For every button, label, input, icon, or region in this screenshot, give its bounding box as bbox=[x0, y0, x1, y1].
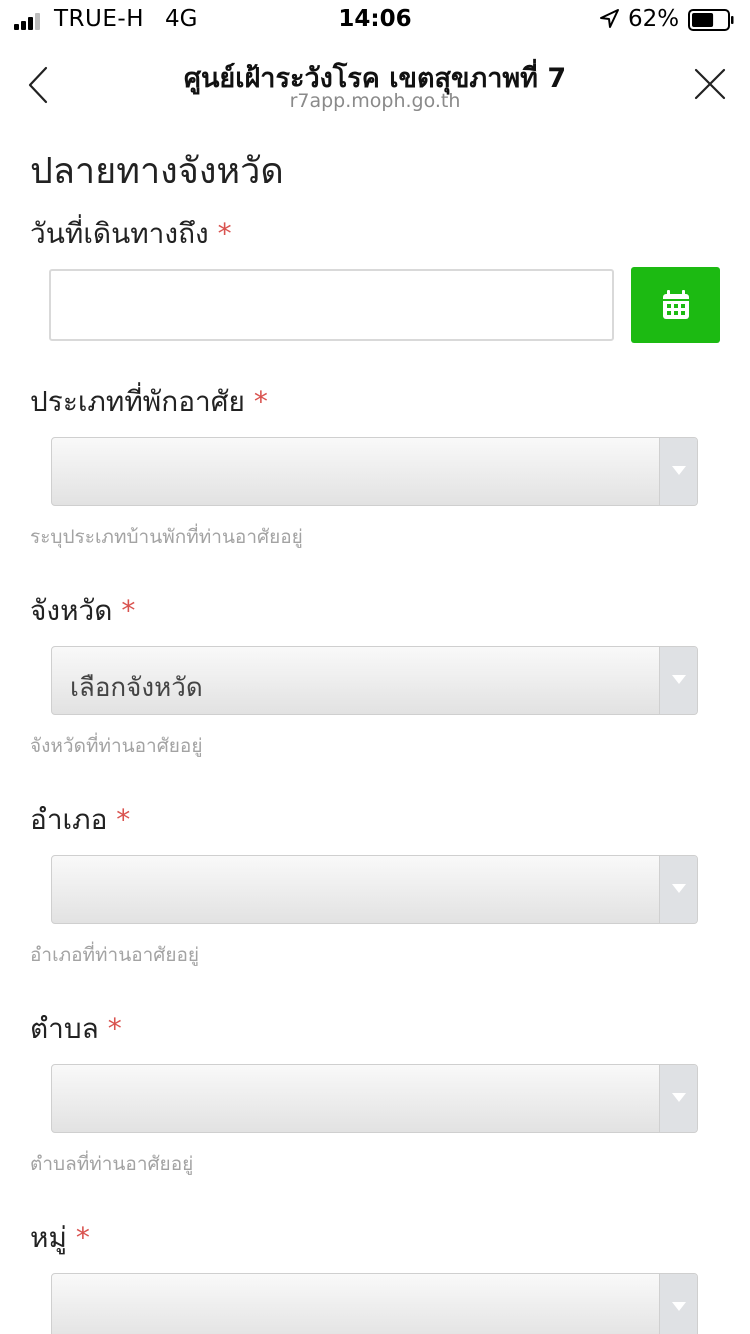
chevron-down-icon bbox=[672, 884, 686, 893]
arrival-date-label: วันที่เดินทางถึง * bbox=[30, 212, 232, 256]
dropdown-arrow-box bbox=[659, 647, 697, 714]
subdistrict-label-text: ตำบล bbox=[30, 1012, 99, 1045]
section-title: ปลายทางจังหวัด bbox=[30, 151, 284, 192]
required-mark: * bbox=[116, 803, 131, 836]
province-label: จังหวัด * bbox=[30, 589, 135, 633]
province-hint: จังหวัดที่ท่านอาศัยอยู่ bbox=[30, 735, 203, 757]
chevron-down-icon bbox=[672, 1302, 686, 1311]
dropdown-arrow-box bbox=[659, 856, 697, 923]
province-label-text: จังหวัด bbox=[30, 594, 113, 627]
district-label-text: อำเภอ bbox=[30, 803, 108, 836]
chevron-down-icon bbox=[672, 675, 686, 684]
close-icon[interactable] bbox=[690, 64, 730, 104]
required-mark: * bbox=[107, 1012, 122, 1045]
arrival-date-label-text: วันที่เดินทางถึง bbox=[30, 217, 209, 250]
required-mark: * bbox=[75, 1221, 90, 1254]
subdistrict-label: ตำบล * bbox=[30, 1007, 122, 1051]
required-mark: * bbox=[217, 217, 232, 250]
accommodation-type-hint: ระบุประเภทบ้านพักที่ท่านอาศัยอยู่ bbox=[30, 526, 303, 548]
dropdown-arrow-box bbox=[659, 438, 697, 505]
village-label-text: หมู่ bbox=[30, 1221, 67, 1254]
arrival-date-input[interactable] bbox=[49, 269, 614, 341]
battery-icon bbox=[688, 9, 734, 31]
dropdown-arrow-box bbox=[659, 1065, 697, 1132]
accommodation-type-label: ประเภทที่พักอาศัย * bbox=[30, 380, 268, 424]
dropdown-arrow-box bbox=[659, 1274, 697, 1334]
province-value: เลือกจังหวัด bbox=[70, 673, 203, 703]
village-select[interactable] bbox=[51, 1273, 698, 1334]
subdistrict-select[interactable] bbox=[51, 1064, 698, 1133]
battery-percentage: 62% bbox=[628, 6, 680, 32]
subdistrict-hint: ตำบลที่ท่านอาศัยอยู่ bbox=[30, 1153, 194, 1175]
location-arrow-icon bbox=[600, 9, 619, 28]
village-label: หมู่ * bbox=[30, 1216, 90, 1260]
browser-header: ศูนย์เฝ้าระวังโรค เขตสุขภาพที่ 7 r7app.m… bbox=[0, 40, 750, 120]
province-select[interactable]: เลือกจังหวัด bbox=[51, 646, 698, 715]
required-mark: * bbox=[121, 594, 136, 627]
required-mark: * bbox=[253, 385, 268, 418]
district-hint: อำเภอที่ท่านอาศัยอยู่ bbox=[30, 944, 200, 966]
calendar-icon bbox=[662, 290, 689, 319]
chevron-down-icon bbox=[672, 466, 686, 475]
district-label: อำเภอ * bbox=[30, 798, 130, 842]
district-select[interactable] bbox=[51, 855, 698, 924]
calendar-button[interactable] bbox=[631, 267, 720, 343]
accommodation-type-select[interactable] bbox=[51, 437, 698, 506]
page-url: r7app.moph.go.th bbox=[289, 90, 461, 112]
status-bar: TRUE-H 4G 14:06 62% bbox=[0, 0, 750, 40]
accommodation-type-label-text: ประเภทที่พักอาศัย bbox=[30, 385, 245, 418]
chevron-down-icon bbox=[672, 1093, 686, 1102]
